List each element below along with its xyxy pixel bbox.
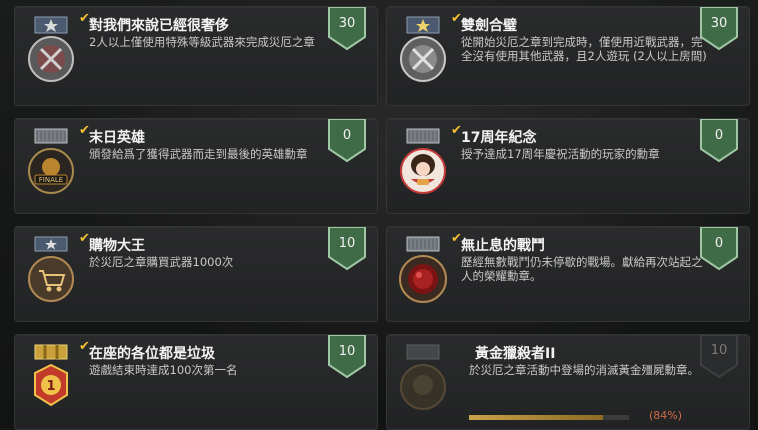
points-badge: 0 — [699, 119, 739, 163]
points-value: 30 — [710, 16, 728, 31]
achievement-title: 在座的各位都是垃圾 — [89, 346, 215, 362]
progress-bar — [469, 415, 629, 420]
anniversary-girl-medal-icon — [395, 127, 451, 199]
achievement-title: 對我們來說已經很奢侈 — [89, 18, 229, 34]
points-value: 0 — [714, 128, 724, 143]
silver-crest-medal-icon — [395, 15, 451, 87]
achievement-title: 黃金獵殺者II — [475, 346, 556, 362]
achievement-card[interactable]: ✔ 對我們來說已經很奢侈 2人以上僅使用特殊等級武器來完成災厄之章 30 — [14, 6, 378, 106]
achievement-card[interactable]: 黃金獵殺者II 於災厄之章活動中登場的消滅黃金殭屍勳章。 10 (84%) — [386, 334, 750, 430]
achievement-card[interactable]: ✔ 雙劍合璧 從開始災厄之章到完成時，僅使用近戰武器，完全沒有使用其他武器，且2… — [386, 6, 750, 106]
points-value: 10 — [338, 344, 356, 359]
finale-medal-icon: FINALE — [23, 127, 79, 199]
achievement-title: 雙劍合璧 — [461, 18, 517, 34]
points-value: 0 — [342, 128, 352, 143]
shopping-cart-medal-icon — [23, 235, 79, 307]
points-value: 30 — [338, 16, 356, 31]
points-badge: 10 — [327, 335, 367, 379]
silver-crest-medal-icon — [23, 15, 79, 87]
achievement-card[interactable]: ✔ 購物大王 於災厄之章購買武器1000次 10 — [14, 226, 378, 322]
progress-percent: (84%) — [649, 409, 683, 422]
points-badge: 30 — [327, 7, 367, 51]
points-badge: 10 — [327, 227, 367, 271]
achievement-description: 於災厄之章購買武器1000次 — [89, 255, 234, 269]
points-value: 0 — [714, 236, 724, 251]
achievement-card[interactable]: FINALE ✔ 末日英雄 頒發給爲了獲得武器而走到最後的英雄勳章 0 — [14, 118, 378, 214]
gold-hunter-medal-icon — [395, 343, 451, 415]
achievement-title: 無止息的戰鬥 — [461, 238, 545, 254]
achievement-title: 購物大王 — [89, 238, 145, 254]
svg-text:1: 1 — [46, 379, 55, 394]
svg-text:FINALE: FINALE — [39, 176, 63, 184]
achievement-title: 17周年紀念 — [461, 130, 537, 146]
achievement-title: 末日英雄 — [89, 130, 145, 146]
achievement-description: 2人以上僅使用特殊等級武器來完成災厄之章 — [89, 35, 315, 49]
points-badge: 0 — [699, 227, 739, 271]
red-orb-medal-icon — [395, 235, 451, 307]
achievement-description: 頒發給爲了獲得武器而走到最後的英雄勳章 — [89, 147, 308, 161]
achievement-card[interactable]: ✔ 無止息的戰鬥 歷經無數戰鬥仍未停歇的戰場。獻給再次站起之人的榮耀勳章。 0 — [386, 226, 750, 322]
achievement-card[interactable]: 1 ✔ 在座的各位都是垃圾 遊戲結束時達成100次第一名 10 — [14, 334, 378, 430]
achievement-description: 於災厄之章活動中登場的消滅黃金殭屍勳章。 — [469, 363, 699, 377]
first-place-medal-icon: 1 — [23, 343, 79, 415]
achievement-description: 授予達成17周年慶祝活動的玩家的勳章 — [461, 147, 660, 161]
points-badge: 0 — [327, 119, 367, 163]
points-value: 10 — [710, 343, 728, 358]
achievement-description: 歷經無數戰鬥仍未停歇的戰場。獻給再次站起之人的榮耀勳章。 — [461, 255, 703, 283]
achievement-description: 從開始災厄之章到完成時，僅使用近戰武器，完全沒有使用其他武器，且2人遊玩 (2人… — [461, 35, 707, 63]
points-value: 10 — [338, 236, 356, 251]
points-badge: 30 — [699, 7, 739, 51]
points-badge: 10 — [699, 335, 739, 379]
achievement-card[interactable]: ✔ 17周年紀念 授予達成17周年慶祝活動的玩家的勳章 0 — [386, 118, 750, 214]
progress-fill — [469, 415, 604, 420]
achievement-description: 遊戲結束時達成100次第一名 — [89, 363, 238, 377]
